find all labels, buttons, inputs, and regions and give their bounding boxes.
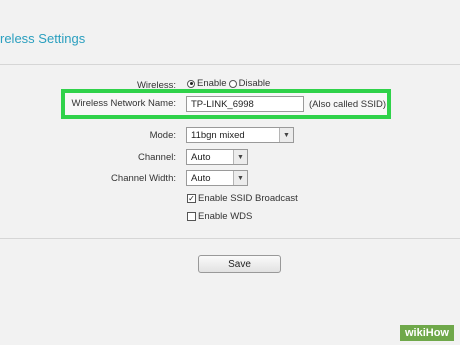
wds-checkbox[interactable] bbox=[187, 212, 196, 221]
ssid-broadcast-checkbox[interactable]: ✓ bbox=[187, 194, 196, 203]
chevron-down-icon: ▼ bbox=[279, 128, 293, 142]
mode-label: Mode: bbox=[149, 130, 176, 141]
wireless-radio-group: Enable Disable bbox=[187, 78, 270, 89]
mode-value: 11bgn mixed bbox=[191, 129, 245, 141]
chevron-down-icon: ▼ bbox=[233, 150, 247, 164]
network-name-label: Wireless Network Name: bbox=[71, 98, 176, 109]
chevron-down-icon: ▼ bbox=[233, 171, 247, 185]
channel-width-select[interactable]: Auto ▼ bbox=[186, 170, 248, 186]
page-title: reless Settings bbox=[0, 31, 86, 46]
channel-width-value: Auto bbox=[191, 172, 211, 184]
settings-panel: reless Settings Wireless: Enable Disable… bbox=[0, 0, 460, 345]
channel-select[interactable]: Auto ▼ bbox=[186, 149, 248, 165]
network-name-input[interactable] bbox=[186, 96, 304, 112]
ssid-broadcast-row: ✓ Enable SSID Broadcast bbox=[187, 193, 298, 204]
ssid-broadcast-label: Enable SSID Broadcast bbox=[198, 193, 298, 204]
wikihow-watermark: wikiHow bbox=[399, 325, 454, 341]
wds-row: Enable WDS bbox=[187, 211, 252, 222]
disable-radio-label: Disable bbox=[238, 78, 271, 89]
divider-top bbox=[0, 64, 460, 65]
ssid-note: (Also called SSID) bbox=[309, 99, 387, 110]
disable-radio[interactable] bbox=[228, 79, 237, 88]
divider-bottom bbox=[0, 238, 460, 239]
channel-value: Auto bbox=[191, 151, 211, 163]
wds-label: Enable WDS bbox=[198, 211, 253, 222]
channel-width-label: Channel Width: bbox=[111, 173, 176, 184]
channel-label: Channel: bbox=[137, 152, 176, 163]
mode-select[interactable]: 11bgn mixed ▼ bbox=[186, 127, 294, 143]
save-button[interactable]: Save bbox=[198, 255, 281, 273]
enable-radio[interactable] bbox=[187, 79, 195, 88]
enable-radio-label: Enable bbox=[197, 78, 227, 89]
